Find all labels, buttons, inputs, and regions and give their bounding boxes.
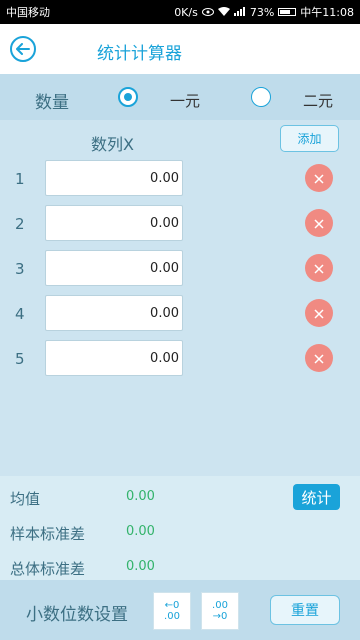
close-icon: [314, 169, 324, 188]
close-icon: [314, 349, 324, 368]
row-index: 3: [15, 260, 25, 278]
arrow-left-icon: [16, 40, 30, 59]
population-sd-label: 总体标准差: [10, 560, 86, 578]
back-button[interactable]: [10, 36, 36, 62]
clock: 中午11:08: [300, 6, 354, 19]
increase-decimals-button[interactable]: .00 →0: [201, 592, 239, 630]
signal-icon: [233, 6, 246, 19]
eye-icon: [201, 6, 214, 19]
radio-univariate[interactable]: [118, 87, 138, 107]
quantity-row: 数量 一元 二元: [0, 74, 360, 120]
increase-decimals-bottom: →0: [212, 611, 228, 622]
quantity-label: 数量: [35, 93, 69, 113]
delete-button[interactable]: [305, 299, 333, 327]
value-input[interactable]: 0.00: [45, 295, 183, 331]
battery-icon: [278, 8, 297, 16]
page-title: 统计计算器: [97, 44, 182, 64]
value-input[interactable]: 0.00: [45, 160, 183, 196]
list-row: 3 0.00: [0, 250, 360, 286]
delete-button[interactable]: [305, 164, 333, 192]
results-panel: 均值 0.00 统计 样本标准差 0.00 总体标准差 0.00: [0, 476, 360, 580]
sample-sd-value: 0.00: [126, 524, 155, 539]
list-row: 1 0.00: [0, 160, 360, 196]
carrier-label: 中国移动: [6, 6, 50, 19]
delete-button[interactable]: [305, 344, 333, 372]
network-speed: 0K/s: [174, 5, 198, 19]
stat-button[interactable]: 统计: [293, 484, 340, 510]
list-row: 2 0.00: [0, 205, 360, 241]
column-header: 数列X: [91, 135, 134, 154]
delete-button[interactable]: [305, 254, 333, 282]
battery-percent: 73%: [249, 5, 275, 19]
row-index: 1: [15, 170, 25, 188]
value-input[interactable]: 0.00: [45, 205, 183, 241]
delete-button[interactable]: [305, 209, 333, 237]
value-input[interactable]: 0.00: [45, 250, 183, 286]
population-sd-value: 0.00: [126, 559, 155, 574]
list-row: 5 0.00: [0, 340, 360, 376]
close-icon: [314, 304, 324, 323]
increase-decimals-top: .00: [212, 600, 228, 611]
status-icons: 0K/s 73% 中午11:08: [174, 4, 354, 20]
decrease-decimals-bottom: .00: [164, 611, 180, 622]
close-icon: [314, 259, 324, 278]
bottom-bar: 小数位数设置 ←0 .00 .00 →0 重置: [0, 580, 360, 640]
radio-univariate-label[interactable]: 一元: [170, 90, 200, 111]
value-input[interactable]: 0.00: [45, 340, 183, 376]
status-bar: 中国移动 0K/s 73% 中午11:08: [0, 0, 360, 24]
decrease-decimals-button[interactable]: ←0 .00: [153, 592, 191, 630]
battery-fill: [280, 10, 291, 14]
list-row: 4 0.00: [0, 295, 360, 331]
data-list: 数列X 添加 1 0.00 2 0.00 3 0.00 4 0.00 5 0.0…: [0, 120, 360, 476]
radio-bivariate-label[interactable]: 二元: [303, 90, 333, 111]
radio-bivariate[interactable]: [251, 87, 271, 107]
row-index: 5: [15, 350, 25, 368]
sample-sd-label: 样本标准差: [10, 525, 86, 543]
reset-button[interactable]: 重置: [270, 595, 340, 625]
mean-label: 均值: [10, 490, 41, 508]
decrease-decimals-top: ←0: [164, 600, 180, 611]
row-index: 2: [15, 215, 25, 233]
title-bar: 统计计算器: [0, 24, 360, 74]
row-index: 4: [15, 305, 25, 323]
decimal-setting-label: 小数位数设置: [26, 605, 128, 625]
mean-value: 0.00: [126, 489, 155, 504]
add-button[interactable]: 添加: [280, 125, 339, 152]
close-icon: [314, 214, 324, 233]
wifi-icon: [217, 6, 230, 19]
